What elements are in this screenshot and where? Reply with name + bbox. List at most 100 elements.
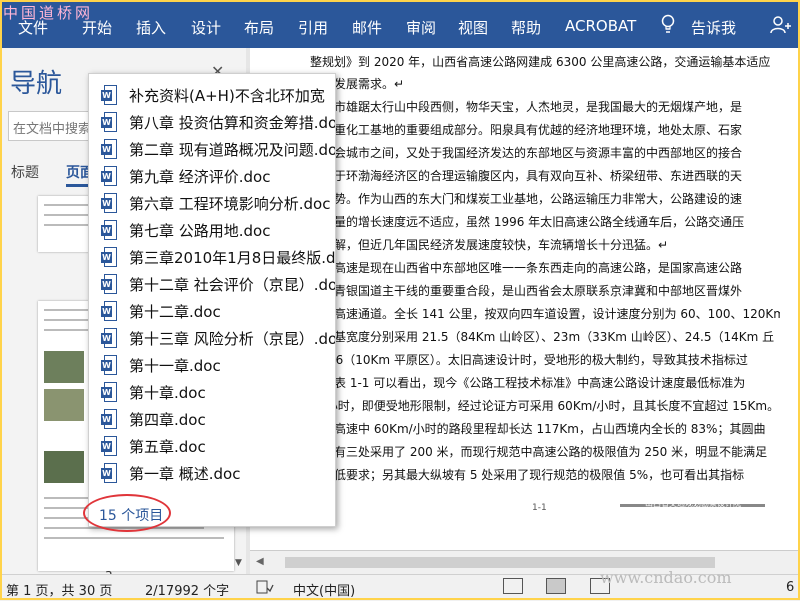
tab-review[interactable]: 审阅 [406,17,436,38]
nav-pane-title: 导航 [10,69,63,99]
body-text-line: ）、26（10Km 平原区）。太旧高速设计时，受地形的极大制约，导致其技术指标过 [310,353,748,367]
body-text-line: 太旧高速中 60Km/小时的路段里程却长达 117Km，占山西境内全长的 83%… [310,422,766,436]
file-name: 第六章 工程环境影响分析.doc [129,195,331,213]
list-item[interactable]: W 第十三章 风险分析（京昆）.doc [101,327,336,351]
body-text-line: 的最低要求；另其最大纵坡有 5 处采用了现行规范的极限值 5%，也可看出其指标 [310,468,745,482]
tab-layout[interactable]: 布局 [244,17,274,38]
tab-headings[interactable]: 标题 [11,162,39,182]
list-item[interactable]: W 第三章2010年1月8日最终版.doc [101,246,336,270]
body-text-line: ，路基宽度分别采用 21.5（84Km 山岭区）、23m（33Km 山岭区）、2… [310,330,775,344]
word-document-icon: W [101,301,117,321]
tab-design[interactable]: 设计 [191,17,221,38]
scroll-left-icon[interactable]: ◀ [256,556,264,567]
list-item[interactable]: W 第一章 概述.doc [101,462,335,486]
body-text-line: m/小时，即便受地形限制，经过论证方可采用 60Km/小时，且其长度不宜超过 1… [310,399,780,413]
list-item[interactable]: W 补充资料(A+H)不含北环加宽 [101,84,335,108]
tab-view[interactable]: 视图 [458,17,488,38]
list-item[interactable]: W 第四章.doc [101,408,335,432]
scroll-down-icon[interactable]: ▼ [235,558,242,568]
scrollbar-thumb[interactable] [285,557,715,568]
file-name: 第十三章 风险分析（京昆）.doc [129,330,336,348]
word-document-icon: W [101,85,117,105]
language-indicator[interactable]: 中文(中国) [293,580,355,599]
print-layout-icon[interactable] [546,578,566,594]
file-name: 第三章2010年1月8日最终版.doc [129,249,336,267]
list-item[interactable]: W 第十二章 社会评价（京昆）.doc [101,273,336,297]
list-item[interactable]: W 第五章.doc [101,435,335,459]
tab-references[interactable]: 引用 [298,17,328,38]
word-document-icon: W [101,328,117,348]
word-document-icon: W [101,382,117,402]
body-text-line: 主要高速通道。全长 141 公里，按双向四车道设置，设计速度分别为 60、100… [310,307,780,321]
body-text-line: 通过表 1-1 可以看出，现今《公路工程技术标准》中高速公路设计速度最低标准为 [310,376,746,390]
tab-insert[interactable]: 插入 [136,17,166,38]
list-item[interactable]: W 第六章 工程环境影响分析.doc [101,192,335,216]
word-document-icon: W [101,220,117,240]
tab-mailings[interactable]: 邮件 [352,17,382,38]
active-tab-indicator [66,184,88,187]
word-document-icon: W [101,436,117,456]
read-mode-icon[interactable] [503,578,523,594]
list-item[interactable]: W 第七章 公路用地.doc [101,219,335,243]
body-text-line: 半径有三处采用了 200 米，而现行规范中高速公路的极限值为 250 米，明显不… [310,445,768,459]
page-footer-unit: 山西省交通规划勘察设计院 [645,499,741,508]
file-name: 第十章.doc [129,384,206,402]
file-name: 第四章.doc [129,411,206,429]
word-document-icon: W [101,355,117,375]
tell-me-search[interactable]: 告诉我 [691,17,736,38]
word-document-icon: W [101,139,117,159]
site-watermark-top: 中国道桥网 [3,4,94,22]
body-text-line: 昆和青银国道主干线的重要重合段，是山西省会太原联系京津冀和中部地区晋煤外 [310,284,743,298]
word-document-icon: W [101,112,117,132]
list-item[interactable]: W 第十章.doc [101,381,335,405]
word-count[interactable]: 2/17992 个字 [145,580,229,599]
file-name: 第八章 投资估算和资金筹措.doc [129,114,336,132]
file-name: 第一章 概述.doc [129,465,241,483]
body-text-line: 社会发展需求。↵ [310,77,405,91]
nav-search-input[interactable]: 在文档中搜索 [8,111,92,141]
body-text-line: 所缓解，但近几年国民经济发展速度较快，车流辆增长十分迅猛。↵ [310,238,669,252]
thumbnail-photo [44,451,84,483]
word-document-icon: W [101,193,117,213]
tab-help[interactable]: 帮助 [511,17,541,38]
word-document-icon: W [101,463,117,483]
file-name: 第七章 公路用地.doc [129,222,271,240]
body-text-line: 交通量的增长速度远不适应，虽然 1996 年太旧高速公路全线通车后，公路交通压 [310,215,745,229]
lightbulb-icon[interactable] [660,14,676,40]
word-document-icon: W [101,166,117,186]
word-document-icon: W [101,409,117,429]
file-list-popup: W 补充资料(A+H)不含北环加宽 W 第八章 投资估算和资金筹措.doc W 第二章… [88,73,336,527]
share-user-icon[interactable] [770,15,792,39]
body-text-line: 太旧高速是现在山西省中东部地区唯一一条东西走向的高速公路，是国家高速公路 [310,261,743,275]
list-item[interactable]: W 第二章 现有道路概况及问题.doc [101,138,335,162]
file-name: 第十二章.doc [129,303,221,321]
site-watermark-bottom: www.cndao.com [600,568,732,587]
body-text-line: 还位于环渤海经济区的合理运输腹区内，具有双向互补、桥梁纽带、东进西联的天 [310,169,743,183]
body-text-line: 个省会城市之间，又处于我国经济发达的东部地区与资源丰富的中西部地区的接合 [310,146,743,160]
list-item[interactable]: W 第八章 投资估算和资金筹措.doc [101,111,336,135]
tab-acrobat[interactable]: ACROBAT [565,17,636,35]
file-name: 第十一章.doc [129,357,221,375]
list-item[interactable]: W 第九章 经济评价.doc [101,165,335,189]
proofing-icon[interactable] [256,580,274,598]
list-item[interactable]: W 第十一章.doc [101,354,335,378]
nav-search-placeholder: 在文档中搜索 [13,122,92,137]
file-name: 补充资料(A+H)不含北环加宽 [129,87,325,105]
body-text-line: 整规划》到 2020 年，山西省高速公路网建成 6300 公里高速公路，交通运输… [310,55,771,69]
body-text-line: 阳泉市雄踞太行山中段西侧，物华天宝，人杰地灵，是我国最大的无烟煤产地，是 [310,100,743,114]
body-text-line: 能源重化工基地的重要组成部分。阳泉具有优越的经济地理环境，地处太原、石家 [310,123,743,137]
file-name: 第五章.doc [129,438,206,456]
thumbnail-photo [44,351,84,383]
page-indicator[interactable]: 第 1 页，共 30 页 [6,580,112,599]
thumbnail-photo [44,389,84,421]
ribbon-tab-bar: 文件 开始 插入 设计 布局 引用 邮件 审阅 视图 帮助 ACROBAT 告诉… [0,0,800,48]
highlight-circle [83,494,171,532]
page-footer-label: 1-1 [532,503,547,513]
word-document-icon: W [101,274,117,294]
zoom-level[interactable]: 6 [786,580,794,595]
file-name: 第九章 经济评价.doc [129,168,271,186]
list-item[interactable]: W 第十二章.doc [101,300,335,324]
word-document-icon: W [101,247,117,267]
file-name: 第十二章 社会评价（京昆）.doc [129,276,336,294]
body-text-line: 位优势。作为山西的东大门和煤炭工业基地，公路运输压力非常大，公路建设的速 [310,192,743,206]
